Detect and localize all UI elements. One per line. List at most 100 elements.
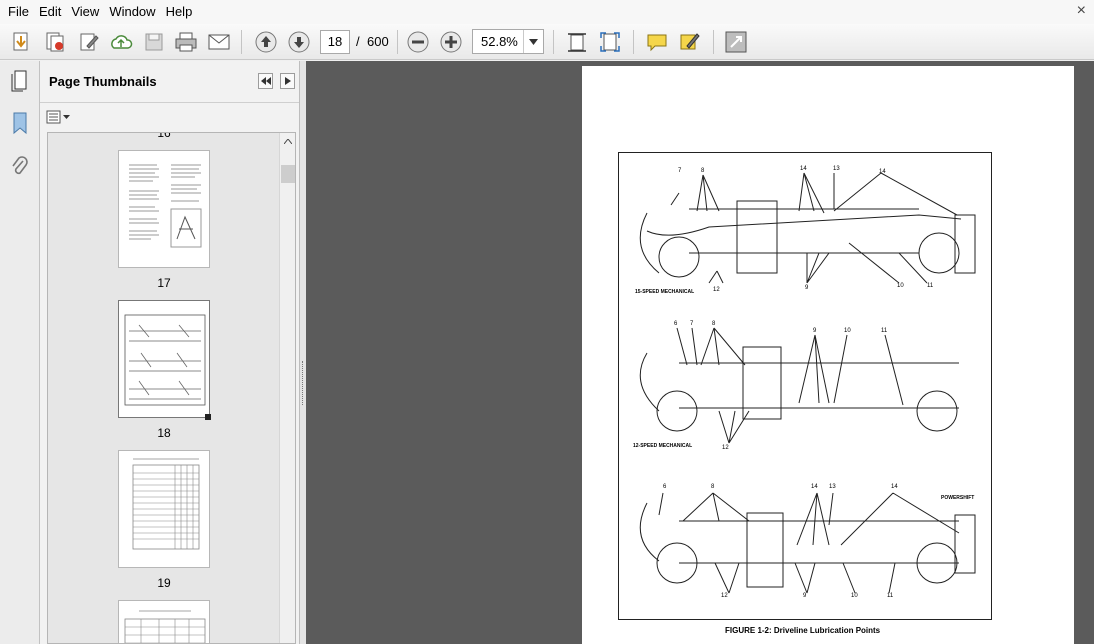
splitter-grip [302,361,304,405]
callout-number: 12 [721,593,728,599]
callout-number: 14 [879,169,886,175]
email-button[interactable] [206,29,232,55]
callout-number: 11 [881,328,888,334]
combine-files-button[interactable] [42,29,68,55]
chevron-right-icon [284,77,291,85]
callout-number: 14 [891,484,898,490]
diagram-3-label: POWERSHIFT [941,495,975,501]
printer-icon [175,32,197,52]
callout-number: 9 [813,328,817,334]
zoom-select[interactable]: 52.8% [472,29,544,54]
edit-pdf-icon [80,33,99,51]
plus-circle-icon [440,31,462,53]
previous-page-button[interactable] [253,29,279,55]
zoom-in-button[interactable] [438,29,464,55]
create-pdf-button[interactable] [8,29,34,55]
create-pdf-icon [13,32,28,51]
thumbnail-label-18: 18 [157,426,171,440]
diagram-1-label: 15-SPEED MECHANICAL [635,289,695,295]
fit-width-icon [568,33,586,52]
thumbnail-page-20[interactable] [118,600,210,643]
paperclip-icon [12,156,28,175]
page-preview-figure [124,314,206,406]
menu-edit[interactable]: Edit [35,0,65,24]
thumbnail-scrollbar[interactable] [279,133,295,643]
document-view[interactable]: 15-SPEED MECHANICAL 12-SPEED MECHANICAL … [306,61,1094,644]
callout-number: 11 [887,593,894,599]
edit-pdf-button[interactable] [76,29,102,55]
zoom-value: 52.8% [481,34,518,49]
callout-number: 13 [829,484,836,490]
toolbar [0,24,1094,60]
callout-number: 7 [690,321,694,327]
page-icon [11,70,27,92]
menu-help[interactable]: Help [162,0,197,24]
menu-file[interactable]: File [4,0,33,24]
print-button[interactable] [173,29,199,55]
callout-number: 6 [663,484,667,490]
thumbnail-label-19: 19 [157,576,171,590]
cloud-upload-icon [111,35,133,49]
scrollbar-thumb[interactable] [281,165,295,183]
toolbar-separator [397,30,398,54]
full-screen-button[interactable] [723,29,749,55]
save-button[interactable] [141,29,167,55]
next-page-button[interactable] [286,29,312,55]
toolbar-separator [553,30,554,54]
page-preview-table [132,458,200,550]
menu-bar: File Edit View Window Help × [0,0,1094,24]
page-thumbnails-button[interactable] [6,67,34,95]
thumbnails-panel: Page Thumbnails 16 17 18 19 [40,61,300,644]
panel-title: Page Thumbnails [49,74,157,89]
page-number-input[interactable]: 18 [320,30,350,54]
expand-panel-button[interactable] [280,73,295,89]
page-preview-text [129,164,202,248]
close-document-button[interactable]: × [1077,2,1086,20]
page-total: 600 [367,34,389,49]
minus-circle-icon [407,31,429,53]
bookmarks-button[interactable] [6,109,34,137]
save-icon [145,33,163,51]
upload-cloud-button[interactable] [108,29,134,55]
attachments-button[interactable] [6,153,34,181]
comment-button[interactable] [644,29,670,55]
arrow-up-circle-icon [255,31,277,53]
menu-window[interactable]: Window [105,0,159,24]
fit-page-icon [600,32,620,52]
callout-number: 10 [844,328,851,334]
callout-number: 8 [701,168,705,174]
thumbnail-label-16: 16 [157,132,171,140]
expand-icon [725,31,747,53]
options-menu-icon [46,110,70,124]
chevron-down-icon[interactable] [523,30,543,53]
bookmark-icon [13,112,27,135]
callout-number: 12 [713,287,720,293]
arrow-down-circle-icon [288,31,310,53]
thumbnail-page-17[interactable] [118,150,210,268]
navigation-rail [0,61,40,644]
highlighter-icon [680,33,700,50]
toolbar-separator [241,30,242,54]
highlight-button[interactable] [677,29,703,55]
callout-number: 11 [927,283,934,289]
comment-icon [647,34,667,52]
callout-number: 9 [803,593,807,599]
thumbnail-page-19[interactable] [118,450,210,568]
scroll-up-arrow-icon[interactable] [280,133,295,149]
toolbar-separator [713,30,714,54]
fit-page-button[interactable] [597,29,623,55]
combine-files-icon [46,32,64,52]
fit-width-button[interactable] [564,29,590,55]
zoom-out-button[interactable] [405,29,431,55]
thumbnail-list: 16 17 18 19 [47,132,296,644]
thumbnail-options-button[interactable] [46,108,74,126]
callout-number: 10 [851,593,858,599]
page-marker-icon [205,414,211,420]
menu-view[interactable]: View [67,0,103,24]
callout-number: 10 [897,283,904,289]
callout-number: 12 [722,445,729,451]
thumbnail-page-18[interactable] [118,300,210,418]
diagram-2-label: 12-SPEED MECHANICAL [633,443,693,449]
collapse-panel-button[interactable] [258,73,273,89]
thumbnail-label-17: 17 [157,276,171,290]
